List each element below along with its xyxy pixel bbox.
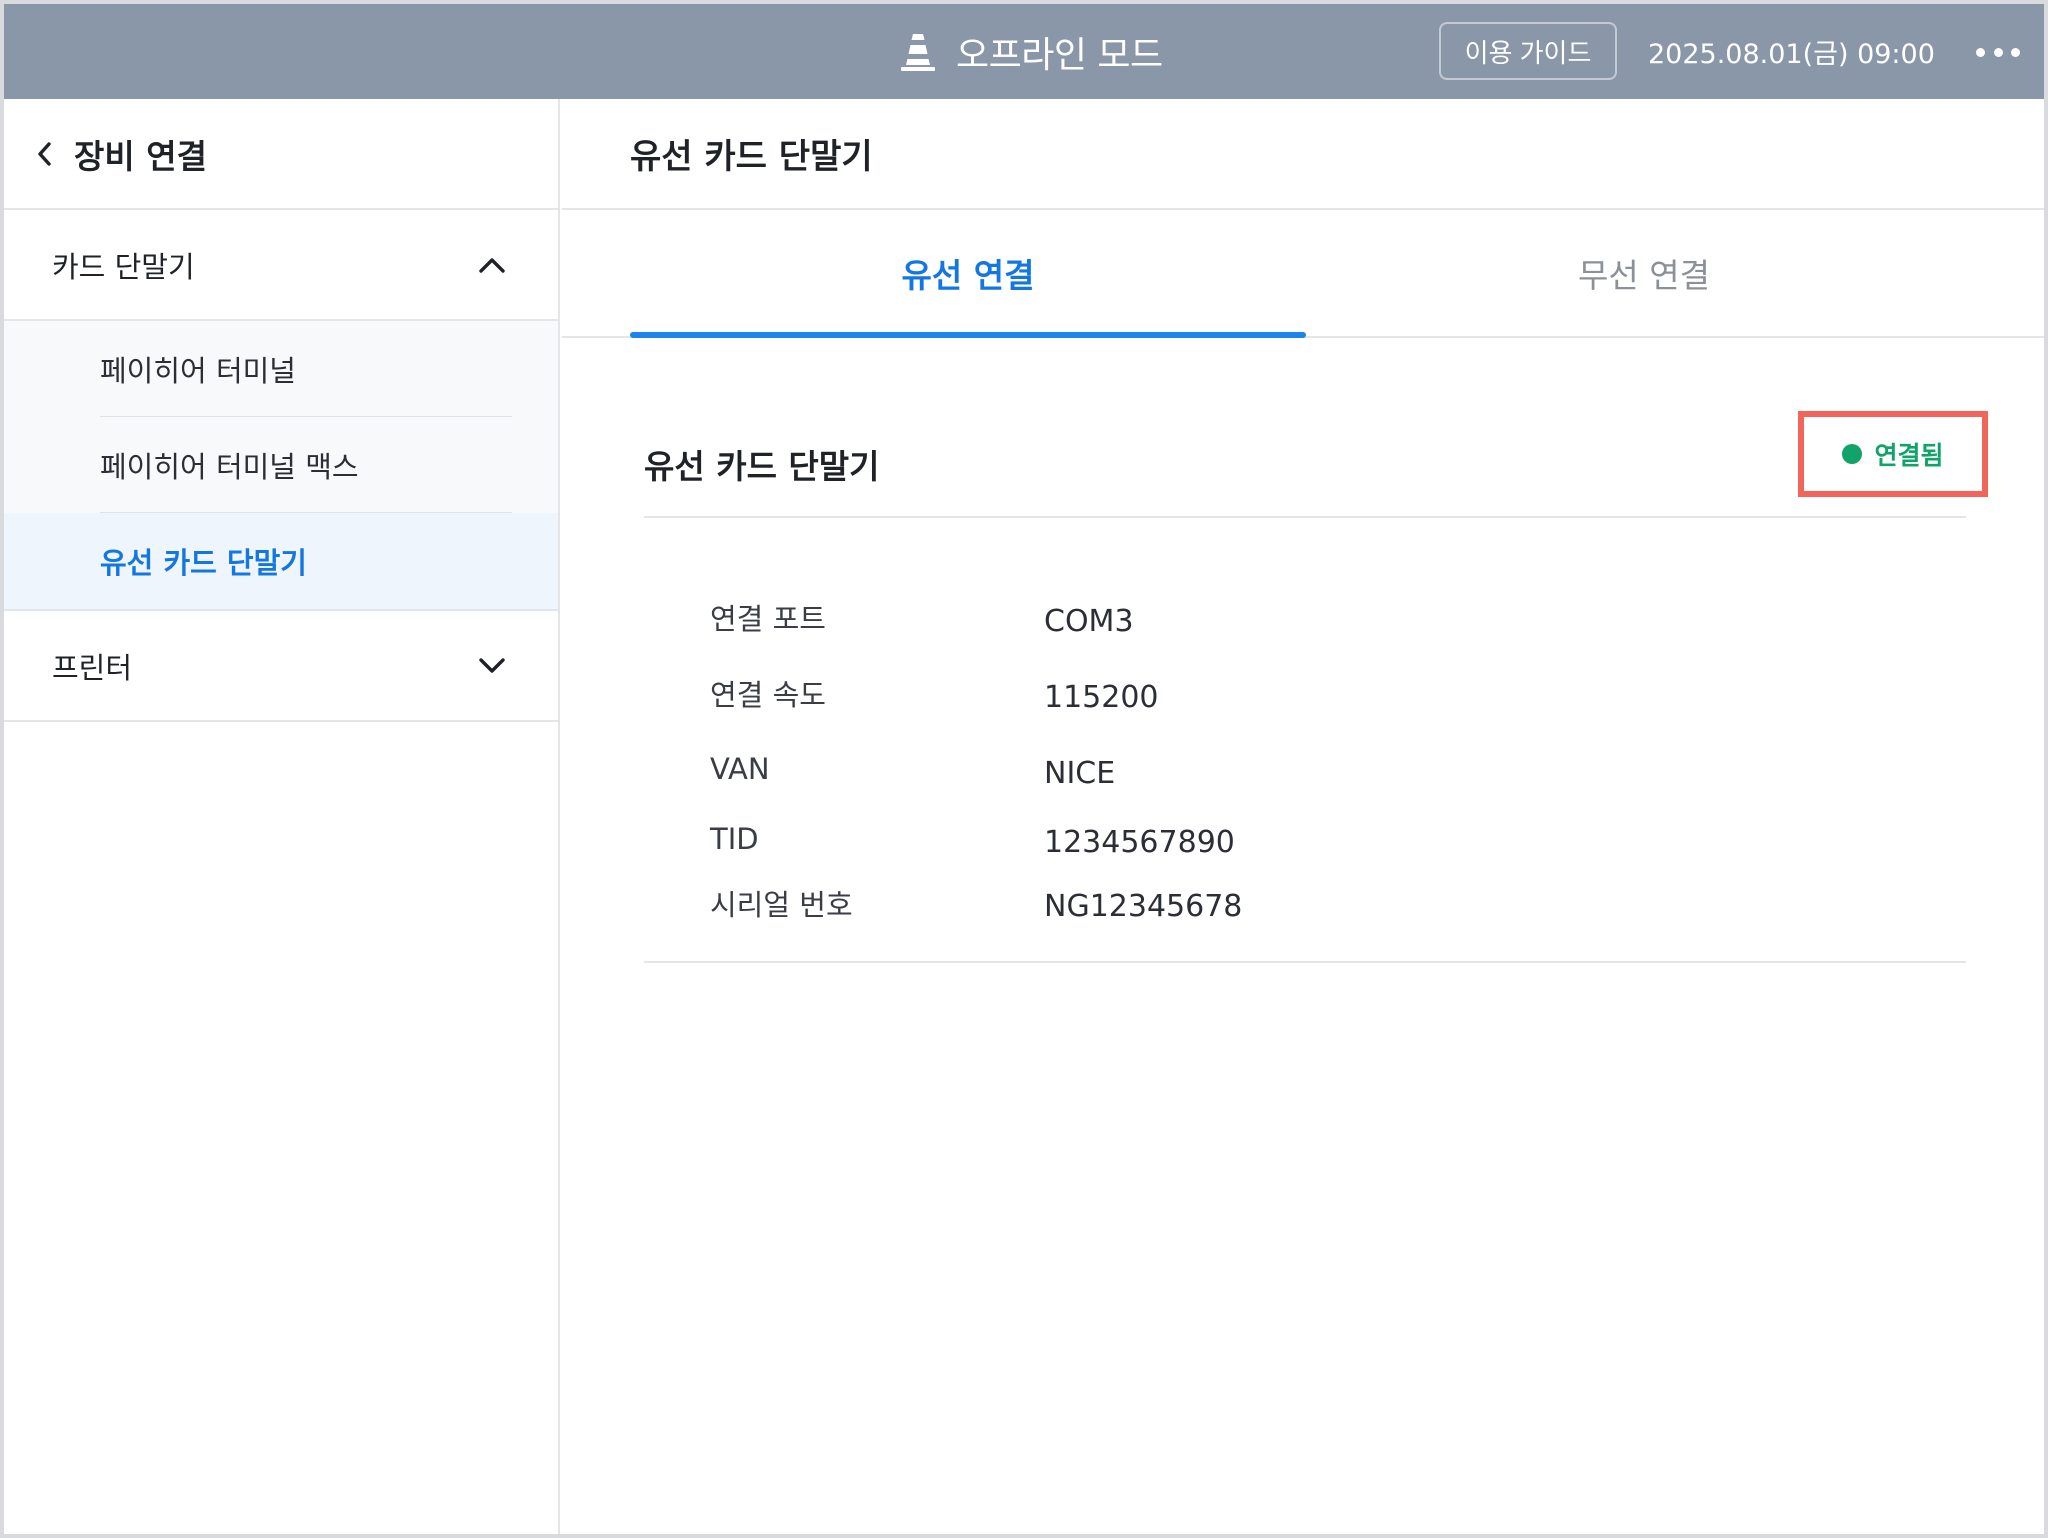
status-text: 연결됨 [1874,441,1944,470]
tab-wireless-connection[interactable]: 무선 연결 [1306,210,1982,336]
main-panel: 유선 카드 단말기 유선 연결 무선 연결 유선 카드 단말기 연결됨 연결 포… [562,99,2044,1534]
offline-mode-title: 오프라인 모드 [900,4,1163,99]
more-options-icon[interactable] [1976,40,2020,64]
device-header: 유선 카드 단말기 [644,412,1966,518]
info-row-tid: TID 1234567890 [710,807,1710,871]
sidebar: 장비 연결 카드 단말기 페이히어 터미널 페이히어 터미널 맥스 유선 카드 … [4,99,560,1534]
sidebar-item-payhere-terminal-max[interactable]: 페이히어 터미널 맥스 [4,417,558,513]
info-row-serial-number: 시리얼 번호 NG12345678 [710,871,1710,935]
sidebar-group-label: 프린터 [52,650,133,685]
sidebar-group-printer[interactable]: 프린터 [4,611,558,722]
info-value: 115200 [1044,679,1159,715]
info-label: 시리얼 번호 [710,888,853,922]
device-info-table: 연결 포트 COM3 연결 속도 115200 VAN NICE TID 123… [710,579,1710,935]
more-dot [1976,47,1985,57]
sidebar-title: 장비 연결 [74,136,207,176]
connection-status-badge: 연결됨 [1798,411,1988,497]
connection-tabs: 유선 연결 무선 연결 [562,210,2044,338]
sidebar-group-card-terminal[interactable]: 카드 단말기 [4,210,558,321]
info-row-baud-rate: 연결 속도 115200 [710,655,1710,731]
chevron-left-icon [38,141,51,166]
more-dot [2011,47,2020,57]
info-value: NG12345678 [1044,888,1243,924]
sidebar-item-label: 페이히어 터미널 맥스 [100,450,359,484]
tab-label: 무선 연결 [1578,256,1710,295]
app-frame: 오프라인 모드 이용 가이드 2025.08.01(금) 09:00 장비 연결… [0,0,2048,1538]
info-label: 연결 포트 [710,602,826,636]
page-title: 유선 카드 단말기 [630,137,873,177]
info-value: 1234567890 [1044,824,1235,860]
info-row-port: 연결 포트 COM3 [710,579,1710,655]
current-datetime: 2025.08.01(금) 09:00 [1648,39,1935,70]
info-label: 연결 속도 [710,678,826,712]
info-row-van: VAN NICE [710,731,1710,807]
card-terminal-submenu: 페이히어 터미널 페이히어 터미널 맥스 유선 카드 단말기 [4,321,558,611]
info-value: NICE [1044,755,1116,791]
main-header: 유선 카드 단말기 [562,99,2044,210]
tab-wired-connection[interactable]: 유선 연결 [630,210,1306,338]
topbar-title-text: 오프라인 모드 [956,34,1163,76]
device-title: 유선 카드 단말기 [644,447,880,486]
content-divider [644,961,1966,963]
sidebar-group-label: 카드 단말기 [52,249,195,284]
chevron-down-icon [479,657,505,673]
sidebar-item-label: 페이히어 터미널 [100,354,296,388]
status-dot-icon [1842,444,1863,464]
back-to-device-connection[interactable]: 장비 연결 [4,99,558,210]
more-dot [1993,47,2003,57]
user-guide-button[interactable]: 이용 가이드 [1439,22,1617,80]
info-label: TID [710,822,759,856]
tab-label: 유선 연결 [901,256,1035,295]
info-label: VAN [710,752,770,786]
sidebar-item-payhere-terminal[interactable]: 페이히어 터미널 [4,321,558,417]
chevron-up-icon [479,257,505,273]
sidebar-item-wired-card-terminal[interactable]: 유선 카드 단말기 [4,513,558,609]
traffic-cone-icon [901,33,935,71]
sidebar-item-label: 유선 카드 단말기 [100,546,307,580]
top-bar: 오프라인 모드 이용 가이드 2025.08.01(금) 09:00 [4,4,2044,99]
info-value: COM3 [1044,603,1134,639]
